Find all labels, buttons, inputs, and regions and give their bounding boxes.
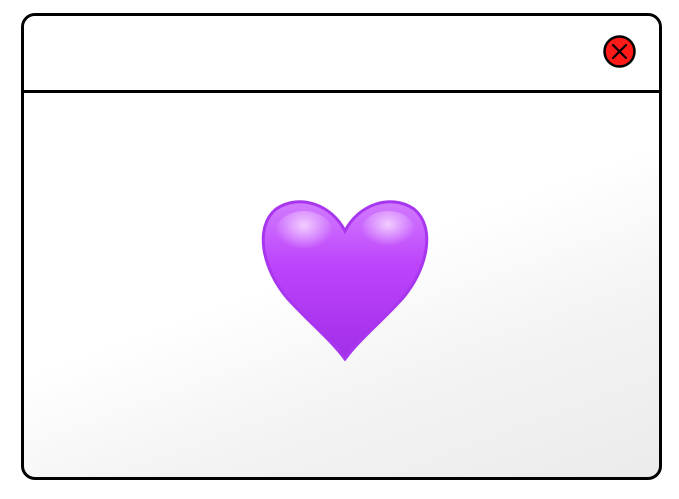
dialog-window <box>21 13 662 480</box>
close-icon <box>603 35 636 68</box>
dialog-content <box>24 94 659 478</box>
purple-heart-icon <box>260 191 430 361</box>
close-button[interactable] <box>603 35 636 68</box>
title-bar <box>24 16 659 93</box>
